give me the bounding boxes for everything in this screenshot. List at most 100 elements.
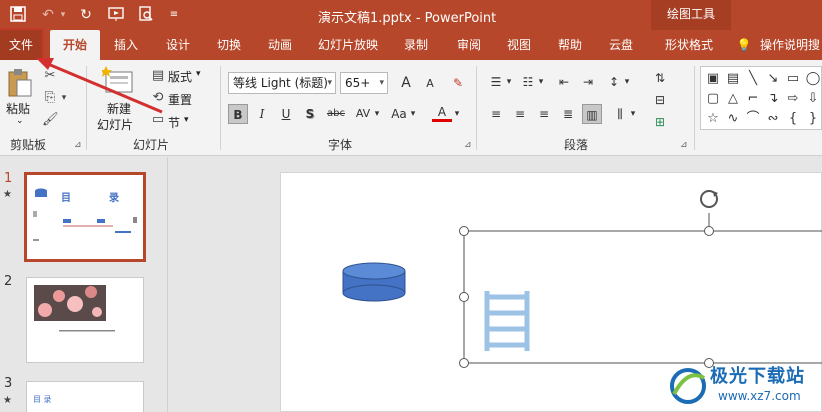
bullets-dropdown-icon[interactable]: ▾ <box>504 72 514 92</box>
change-case-button[interactable]: Aa <box>388 104 410 124</box>
line-icon[interactable]: ╲ <box>745 71 761 87</box>
bold-button[interactable]: B <box>228 104 248 124</box>
section-icon[interactable]: ▭ <box>150 112 166 128</box>
clear-formatting-icon[interactable]: ✎ <box>448 73 468 93</box>
triangle-icon[interactable]: △ <box>725 91 741 107</box>
align-left-icon[interactable]: ≡ <box>486 104 506 124</box>
align-text-icon[interactable]: ⊟ <box>650 90 670 110</box>
section-dropdown-icon[interactable]: ▾ <box>184 115 189 125</box>
tab-design[interactable]: 设计 <box>158 30 198 60</box>
format-painter-icon[interactable]: 🖌 <box>42 112 59 128</box>
align-center-icon[interactable]: ≡ <box>510 104 530 124</box>
italic-button[interactable]: I <box>252 104 272 124</box>
rectangle-icon[interactable]: ▭ <box>785 71 801 87</box>
columns-dropdown-icon[interactable]: ▾ <box>628 104 638 124</box>
line-spacing-dropdown-icon[interactable]: ▾ <box>622 72 632 92</box>
curve-icon[interactable]: ∿ <box>725 111 741 127</box>
customize-qat-icon[interactable]: ≡ <box>168 6 180 24</box>
layout-icon[interactable]: ▤ <box>150 68 166 84</box>
clipboard-launcher-icon[interactable]: ⊿ <box>74 140 82 150</box>
font-size-select[interactable]: 65+ ▾ <box>340 72 388 94</box>
right-arrow-icon[interactable]: ⇨ <box>785 91 801 107</box>
increase-indent-icon[interactable]: ⇥ <box>578 72 598 92</box>
section-button[interactable]: 节 <box>168 114 180 131</box>
decrease-indent-icon[interactable]: ⇤ <box>554 72 574 92</box>
paragraph-launcher-icon[interactable]: ⊿ <box>680 140 688 150</box>
line-spacing-icon[interactable]: ↕ <box>604 72 624 92</box>
new-slide-icon[interactable] <box>100 66 134 98</box>
bullets-icon[interactable]: ☰ <box>486 72 506 92</box>
print-preview-icon[interactable] <box>138 6 154 24</box>
new-slide-label-2[interactable]: 幻灯片 <box>97 116 133 133</box>
resize-handle-n[interactable] <box>704 226 714 236</box>
layout-button[interactable]: 版式 <box>168 68 192 85</box>
slide-thumbnail-3[interactable]: 目 录 <box>26 381 144 412</box>
elbow-connector-icon[interactable]: ↴ <box>765 91 781 107</box>
columns-icon[interactable]: ⫼ <box>610 104 630 124</box>
smartart-icon[interactable]: ⊞ <box>650 112 670 132</box>
paste-icon[interactable] <box>6 68 34 98</box>
font-launcher-icon[interactable]: ⊿ <box>464 140 472 150</box>
font-color-button[interactable]: A <box>432 102 452 122</box>
tab-shape-format[interactable]: 形状格式 <box>654 30 724 60</box>
copy-dropdown-icon[interactable]: ▾ <box>60 90 68 106</box>
left-brace-icon[interactable]: { <box>785 111 801 127</box>
down-arrow-icon[interactable]: ⇩ <box>805 91 821 107</box>
reset-button[interactable]: 重置 <box>168 91 192 108</box>
shrink-font-button[interactable]: A <box>420 74 440 94</box>
arrow-line-icon[interactable]: ↘ <box>765 71 781 87</box>
tell-me-search[interactable]: 操作说明搜 <box>760 30 822 60</box>
tab-review[interactable]: 审阅 <box>449 30 489 60</box>
lightbulb-icon[interactable]: 💡 <box>734 30 754 60</box>
tab-file[interactable]: 文件 <box>0 28 44 62</box>
paste-label[interactable]: 粘贴 <box>6 100 30 117</box>
resize-handle-sw[interactable] <box>459 358 469 368</box>
slideshow-start-icon[interactable] <box>108 6 124 24</box>
new-slide-label-1[interactable]: 新建 <box>107 100 131 117</box>
shadow-button[interactable]: S <box>300 104 320 124</box>
numbering-dropdown-icon[interactable]: ▾ <box>536 72 546 92</box>
tab-animations[interactable]: 动画 <box>260 30 300 60</box>
paste-dropdown-icon[interactable]: ⌄ <box>16 116 24 126</box>
distributed-icon[interactable]: ▥ <box>582 104 602 124</box>
font-color-dropdown-icon[interactable]: ▾ <box>452 104 462 124</box>
tab-transitions[interactable]: 切换 <box>209 30 249 60</box>
char-spacing-dropdown-icon[interactable]: ▾ <box>372 104 382 124</box>
vertical-text-box-icon[interactable]: ▤ <box>725 71 741 87</box>
tab-home[interactable]: 开始 <box>50 30 100 60</box>
justify-icon[interactable]: ≣ <box>558 104 578 124</box>
slide-thumbnail-2[interactable] <box>26 277 144 363</box>
undo-dropdown-icon[interactable]: ▾ <box>58 6 68 24</box>
layout-dropdown-icon[interactable]: ▾ <box>196 69 201 79</box>
oval-icon[interactable]: ◯ <box>805 71 821 87</box>
tab-slideshow[interactable]: 幻灯片放映 <box>313 30 383 60</box>
tab-help[interactable]: 帮助 <box>550 30 590 60</box>
cut-icon[interactable]: ✂ <box>42 68 58 84</box>
freeform-icon[interactable]: ∾ <box>765 111 781 127</box>
slide-thumbnail-1[interactable]: 目 录 <box>24 172 146 262</box>
text-box-icon[interactable]: ▣ <box>705 71 721 87</box>
change-case-dropdown-icon[interactable]: ▾ <box>408 104 418 124</box>
resize-handle-nw[interactable] <box>459 226 469 236</box>
shapes-gallery[interactable]: ▣ ▤ ╲ ↘ ▭ ◯ ▢ △ ⌐ ↴ ⇨ ⇩ ☆ ∿ ⌒ ∾ { } <box>700 66 822 130</box>
undo-icon[interactable]: ↶ <box>40 6 56 24</box>
rounded-rectangle-icon[interactable]: ▢ <box>705 91 721 107</box>
tab-cloud[interactable]: 云盘 <box>601 30 641 60</box>
copy-icon[interactable]: ⎘ <box>42 90 58 106</box>
connector-icon[interactable]: ⌐ <box>745 91 761 107</box>
tab-insert[interactable]: 插入 <box>106 30 146 60</box>
reset-icon[interactable]: ⟲ <box>150 90 166 106</box>
tab-record[interactable]: 录制 <box>396 30 436 60</box>
save-icon[interactable] <box>10 6 26 24</box>
arc-icon[interactable]: ⌒ <box>745 111 761 127</box>
star-icon[interactable]: ☆ <box>705 111 721 127</box>
right-brace-icon[interactable]: } <box>805 111 821 127</box>
font-name-select[interactable]: 等线 Light (标题) ▾ <box>228 72 336 94</box>
text-direction-icon[interactable]: ⇅ <box>650 68 670 88</box>
redo-icon[interactable]: ↻ <box>78 6 94 24</box>
underline-button[interactable]: U <box>276 104 296 124</box>
strikethrough-button[interactable]: abc <box>324 104 348 124</box>
numbering-icon[interactable]: ☷ <box>518 72 538 92</box>
grow-font-button[interactable]: A <box>396 73 416 93</box>
char-spacing-button[interactable]: AV <box>352 104 374 124</box>
